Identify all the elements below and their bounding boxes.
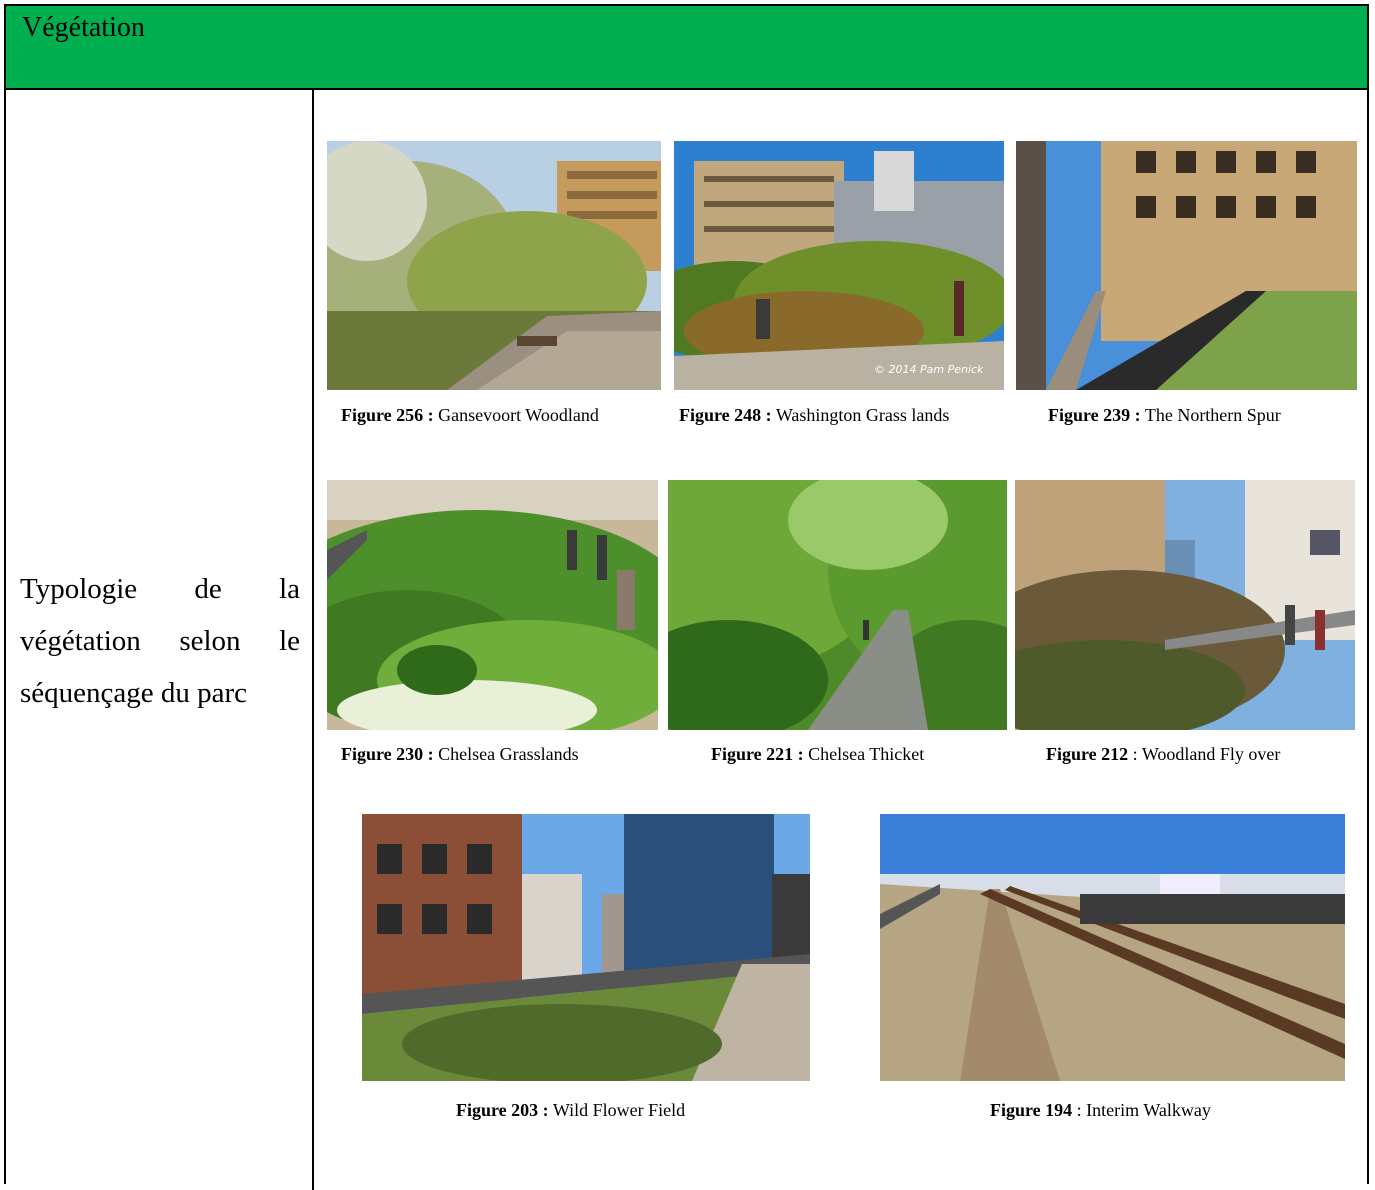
figure-title: The Northern Spur [1140, 405, 1281, 425]
figure-number: Figure 239 : [1048, 405, 1141, 425]
table-header: Végétation [6, 6, 1367, 90]
figure-number: Figure 203 : [456, 1100, 549, 1120]
figure-number: Figure 221 : [711, 744, 804, 764]
figure-title: Washington Grass lands [771, 405, 950, 425]
photo-woodland-flyover [1015, 480, 1355, 730]
photo-chelsea-grasslands [327, 480, 658, 730]
photo-interim-walkway [880, 814, 1345, 1081]
figure-title: Chelsea Grasslands [433, 744, 579, 764]
figure-number: Figure 194 [990, 1100, 1073, 1120]
figure-number: Figure 212 [1046, 744, 1129, 764]
photo-washington-grasslands: © 2014 Pam Penick [674, 141, 1004, 390]
typology-label: Typologie de la végétation selon le séqu… [20, 573, 300, 709]
photo-wild-flower-field [362, 814, 810, 1081]
header-title: Végétation [22, 12, 145, 43]
figure-number: Figure 230 : [341, 744, 434, 764]
photo-gansevoort-woodland [327, 141, 661, 390]
figure-title: Wild Flower Field [548, 1100, 686, 1120]
left-cell: Typologie de la végétation selon le séqu… [6, 90, 312, 1190]
figure-title: : Woodland Fly over [1128, 744, 1281, 764]
figure-caption: Figure 230 : Chelsea Grasslands [341, 744, 579, 765]
photo-chelsea-thicket [668, 480, 1007, 730]
figure-caption: Figure 221 : Chelsea Thicket [711, 744, 924, 765]
figure-title: : Interim Walkway [1072, 1100, 1211, 1120]
figure-caption: Figure 203 : Wild Flower Field [456, 1100, 685, 1121]
figure-caption: Figure 239 : The Northern Spur [1048, 405, 1281, 426]
column-divider [312, 90, 314, 1190]
figure-caption: Figure 256 : Gansevoort Woodland [341, 405, 599, 426]
photo-watermark: © 2014 Pam Penick [874, 363, 984, 376]
figure-title: Gansevoort Woodland [433, 405, 599, 425]
figure-title: Chelsea Thicket [803, 744, 925, 764]
figure-caption: Figure 194 : Interim Walkway [990, 1100, 1211, 1121]
figure-number: Figure 256 : [341, 405, 434, 425]
figure-caption: Figure 248 : Washington Grass lands [679, 405, 949, 426]
figure-number: Figure 248 : [679, 405, 772, 425]
figure-caption: Figure 212 : Woodland Fly over [1046, 744, 1280, 765]
photo-northern-spur [1016, 141, 1357, 390]
